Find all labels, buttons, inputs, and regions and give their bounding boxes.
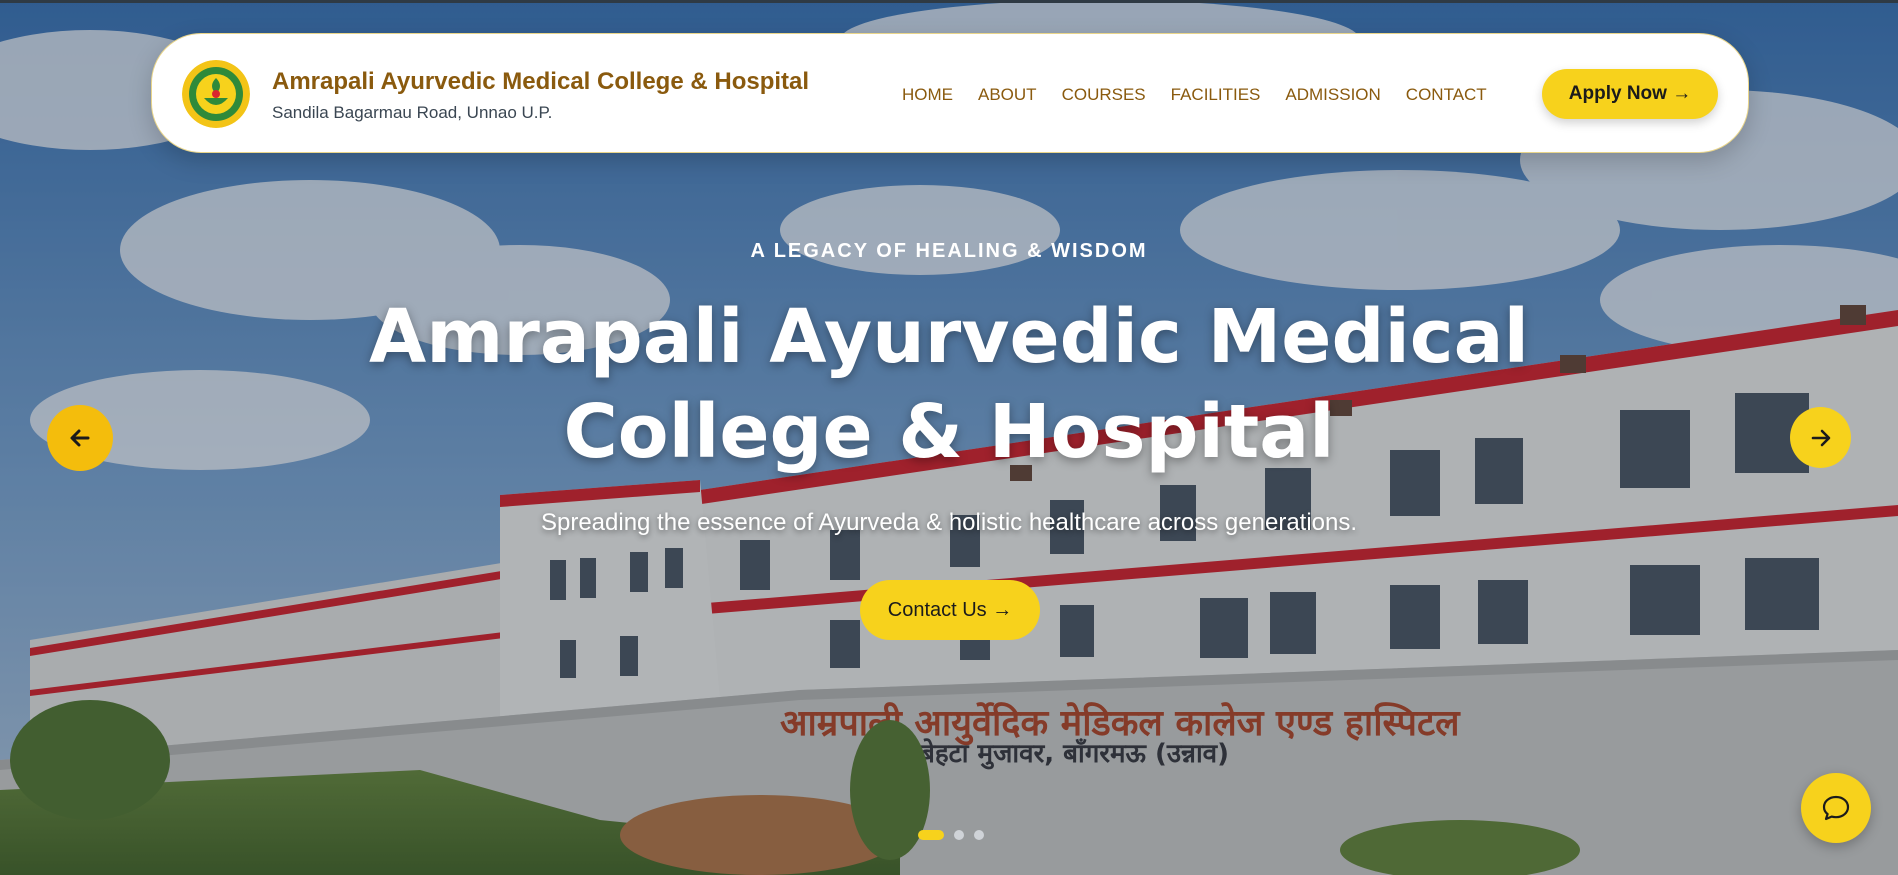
arrow-right-icon — [1811, 429, 1830, 446]
nav-facilities[interactable]: FACILITIES — [1171, 85, 1261, 105]
arrow-left-icon — [70, 429, 90, 447]
brand-title[interactable]: Amrapali Ayurvedic Medical College & Hos… — [272, 68, 809, 96]
nav-admission[interactable]: ADMISSION — [1285, 85, 1380, 105]
page: आम्रपाली आयुर्वेदिक मेडिकल कालेज एण्ड हा… — [0, 0, 1898, 875]
nav-courses[interactable]: COURSES — [1062, 85, 1146, 105]
carousel-dot-2[interactable] — [954, 830, 964, 840]
nav-about[interactable]: ABOUT — [978, 85, 1037, 105]
chat-button[interactable] — [1801, 773, 1871, 843]
college-emblem-icon[interactable] — [182, 60, 250, 128]
hero-subtitle: Spreading the essence of Ayurveda & holi… — [540, 509, 1358, 536]
site-header: Amrapali Ayurvedic Medical College & Hos… — [151, 33, 1749, 153]
brand-subtitle: Sandila Bagarmau Road, Unnao U.P. — [272, 103, 553, 122]
carousel-prev-button[interactable] — [47, 405, 113, 471]
apply-now-button[interactable]: Apply Now → — [1542, 69, 1718, 119]
carousel-dot-1[interactable] — [918, 830, 944, 840]
chat-bubble-icon — [1822, 795, 1850, 821]
carousel-indicators — [918, 830, 994, 840]
window-top-strip — [0, 0, 1898, 3]
main-nav: HOME ABOUT COURSES FACILITIES ADMISSION … — [902, 85, 1512, 105]
carousel-next-button[interactable] — [1790, 407, 1851, 468]
hero-title: Amrapali Ayurvedic Medical College & Hos… — [369, 294, 1529, 475]
carousel-dot-3[interactable] — [974, 830, 984, 840]
hero-eyebrow: A LEGACY OF HEALING & WISDOM — [750, 240, 1148, 262]
nav-home[interactable]: HOME — [902, 85, 953, 105]
contact-us-button[interactable]: Contact Us → — [860, 580, 1040, 640]
nav-contact[interactable]: CONTACT — [1406, 85, 1487, 105]
